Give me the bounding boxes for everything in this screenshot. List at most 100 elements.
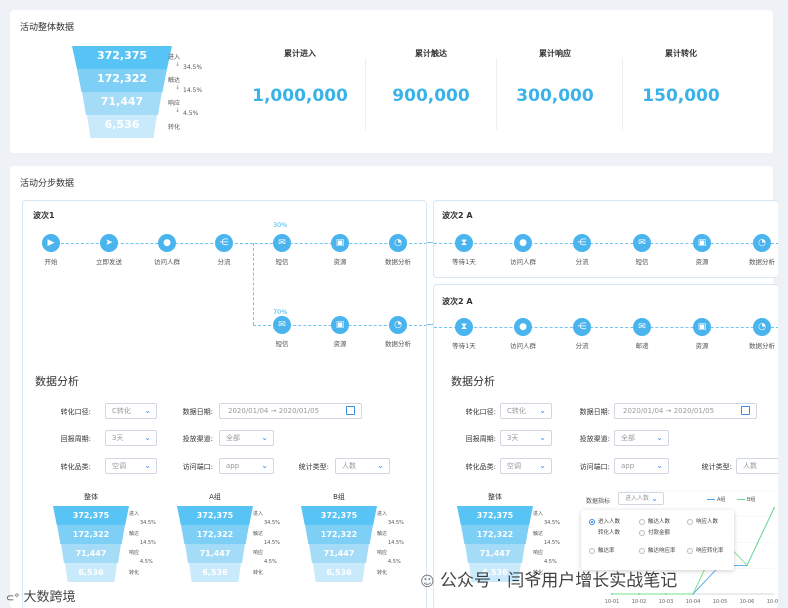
mini-stage-label: 触达: [377, 531, 388, 537]
stat-value: 1,000,000: [252, 86, 348, 106]
x-tick-label: 10-04: [686, 599, 701, 605]
metric-option[interactable]: 触达率: [589, 546, 615, 554]
mini-funnel-stage: 372,375: [457, 506, 533, 525]
analysis-title: 数据分析: [451, 375, 495, 388]
data-point: [773, 507, 775, 510]
split-percent: 30%: [273, 221, 288, 229]
metric-option[interactable]: 进入人数: [589, 517, 620, 525]
mini-rate: 14.5%: [388, 540, 404, 546]
mini-stage-label: 转化: [377, 570, 388, 576]
node-label: 等待1天: [452, 342, 476, 350]
metric-option[interactable]: 响应转化率: [687, 546, 724, 554]
category-select[interactable]: 空调 ⌄: [105, 458, 157, 474]
metric-option[interactable]: 付款金额: [639, 528, 670, 536]
mini-funnel-stage: 6,536: [65, 563, 117, 582]
channel-select[interactable]: 全部 ⌄: [219, 430, 274, 446]
mini-funnel-stage: 6,536: [189, 563, 241, 582]
flow-node-sms[interactable]: ✉ 短信: [252, 316, 312, 348]
chevron-down-icon: ⌄: [539, 433, 546, 442]
stat-value: 900,000: [392, 86, 470, 106]
ticket-icon: ▣: [331, 234, 349, 252]
mini-funnel-stage: 372,375: [177, 506, 253, 525]
wave1-panel[interactable]: 波次1 30% 70% ▶ 开始 ➤ 立即发送 ● 访问人群 ⋲ 分流 ✉ 短信 ▣ 资源 …: [22, 200, 427, 608]
flow-node-start[interactable]: ▶ 开始: [23, 234, 81, 266]
node-label: 访问人群: [510, 342, 536, 350]
ticket-icon: ▣: [331, 316, 349, 334]
flow-node-resource[interactable]: ▣ 资源: [310, 234, 370, 266]
mini-rate: 4.5%: [140, 559, 153, 565]
flow-node-sms[interactable]: ✉ 短信: [252, 234, 312, 266]
metric-option[interactable]: 触达响应率: [639, 546, 676, 554]
metric-option[interactable]: 转化人数: [589, 528, 620, 536]
metric-dropdown-menu[interactable]: 进入人数 触达人数 响应人数 转化人数 付款金额 触达率 触达响应率 响应转化率: [581, 510, 734, 570]
watermark-left: ⊂° 大数跨境: [6, 590, 76, 605]
chevron-down-icon: ⌄: [656, 461, 663, 470]
node-label: 资源: [695, 258, 709, 266]
funnel-stage-label: 转化: [168, 124, 181, 131]
flow-node-resource[interactable]: ▣ 资源: [672, 234, 732, 266]
flow-node-analysis[interactable]: ◔ 数据分析: [368, 234, 426, 266]
mini-rate: 14.5%: [140, 540, 156, 546]
steps-title: 活动分步数据: [20, 179, 75, 189]
node-label: 短信: [275, 258, 289, 266]
port-select[interactable]: app ⌄: [614, 458, 669, 474]
flow-node-send[interactable]: ➤ 立即发送: [79, 234, 139, 266]
mini-stage-label: 响应: [533, 550, 544, 556]
payback-select[interactable]: 3天 ⌄: [500, 430, 552, 446]
mini-rate: 4.5%: [388, 559, 401, 565]
node-label: 短信: [635, 258, 649, 266]
flow-node-audience[interactable]: ● 访问人群: [137, 234, 197, 266]
hourglass-icon: ⧗: [455, 234, 473, 252]
legend-item[interactable]: B组: [737, 496, 755, 503]
metric-option[interactable]: 触达人数: [639, 517, 670, 525]
flow-node-mail[interactable]: ✉ 邮递: [612, 318, 672, 350]
flow-node-sms[interactable]: ✉ 短信: [612, 234, 672, 266]
send-icon: ➤: [100, 234, 118, 252]
flow-node-analysis[interactable]: ◔ 数据分析: [732, 318, 778, 350]
channel-label: 投放渠道:: [579, 435, 610, 443]
date-label: 数据日期:: [579, 408, 610, 416]
flow-node-analysis[interactable]: ◔ 数据分析: [732, 234, 778, 266]
flow-node-split[interactable]: ⋲ 分流: [552, 318, 612, 350]
stat-label: 累计进入: [284, 49, 316, 58]
channel-select[interactable]: 全部 ⌄: [614, 430, 669, 446]
node-label: 访问人群: [154, 258, 180, 266]
mini-rate: 4.5%: [264, 559, 277, 565]
funnel-stage-2: 172,322: [77, 69, 167, 92]
wave2a-bottom-panel[interactable]: 波次2 A ⧗ 等待1天 ● 访问人群 ⋲ 分流 ✉ 邮递 ▣ 资源 ◔ 数据分析 数据分析…: [433, 284, 778, 608]
person-icon: ●: [514, 234, 532, 252]
node-label: 资源: [333, 340, 347, 348]
funnel-stage-label: 进入: [168, 54, 181, 61]
flow-node-audience[interactable]: ● 访问人群: [493, 318, 553, 350]
conv-scope-select[interactable]: C转化 ⌄: [105, 403, 157, 419]
flow-node-audience[interactable]: ● 访问人群: [493, 234, 553, 266]
conv-scope-select[interactable]: C转化 ⌄: [500, 403, 552, 419]
date-range-input[interactable]: 2020/01/04 → 2020/01/05: [614, 403, 757, 419]
payback-label: 回报周期:: [465, 435, 496, 443]
mini-rate: 14.5%: [264, 540, 280, 546]
flow-node-analysis[interactable]: ◔ 数据分析: [368, 316, 426, 348]
port-select[interactable]: app ⌄: [219, 458, 274, 474]
funnel-arrow: ↓: [175, 107, 181, 114]
radio: [687, 518, 693, 525]
wave2a-top-panel[interactable]: 波次2 A ⧗ 等待1天 ● 访问人群 ⋲ 分流 ✉ 短信 ▣ 资源 ◔ 数据分析: [433, 200, 778, 278]
category-select[interactable]: 空调 ⌄: [500, 458, 552, 474]
flow-node-resource[interactable]: ▣ 资源: [310, 316, 370, 348]
payback-select[interactable]: 3天 ⌄: [105, 430, 157, 446]
flow-node-split[interactable]: ⋲ 分流: [552, 234, 612, 266]
mini-funnel-stage: 71,447: [185, 544, 245, 563]
stat-type-select[interactable]: 人数⌄: [335, 458, 390, 474]
metric-option[interactable]: 响应人数: [687, 517, 718, 525]
mini-funnel-stage: 172,322: [57, 525, 125, 544]
flow-node-wait[interactable]: ⧗ 等待1天: [434, 234, 494, 266]
node-label: 立即发送: [96, 258, 122, 266]
flow-node-wait[interactable]: ⧗ 等待1天: [434, 318, 494, 350]
legend-item[interactable]: A组: [707, 496, 725, 503]
group-title: A组: [209, 493, 221, 501]
flow-node-split[interactable]: ⋲ 分流: [194, 234, 254, 266]
date-range-input[interactable]: 2020/01/04 → 2020/01/05: [219, 403, 362, 419]
chevron-down-icon: ⌄: [377, 461, 384, 470]
flow-node-resource[interactable]: ▣ 资源: [672, 318, 732, 350]
radio: [639, 529, 645, 536]
stat-type-select[interactable]: 人数⌄: [736, 458, 778, 474]
